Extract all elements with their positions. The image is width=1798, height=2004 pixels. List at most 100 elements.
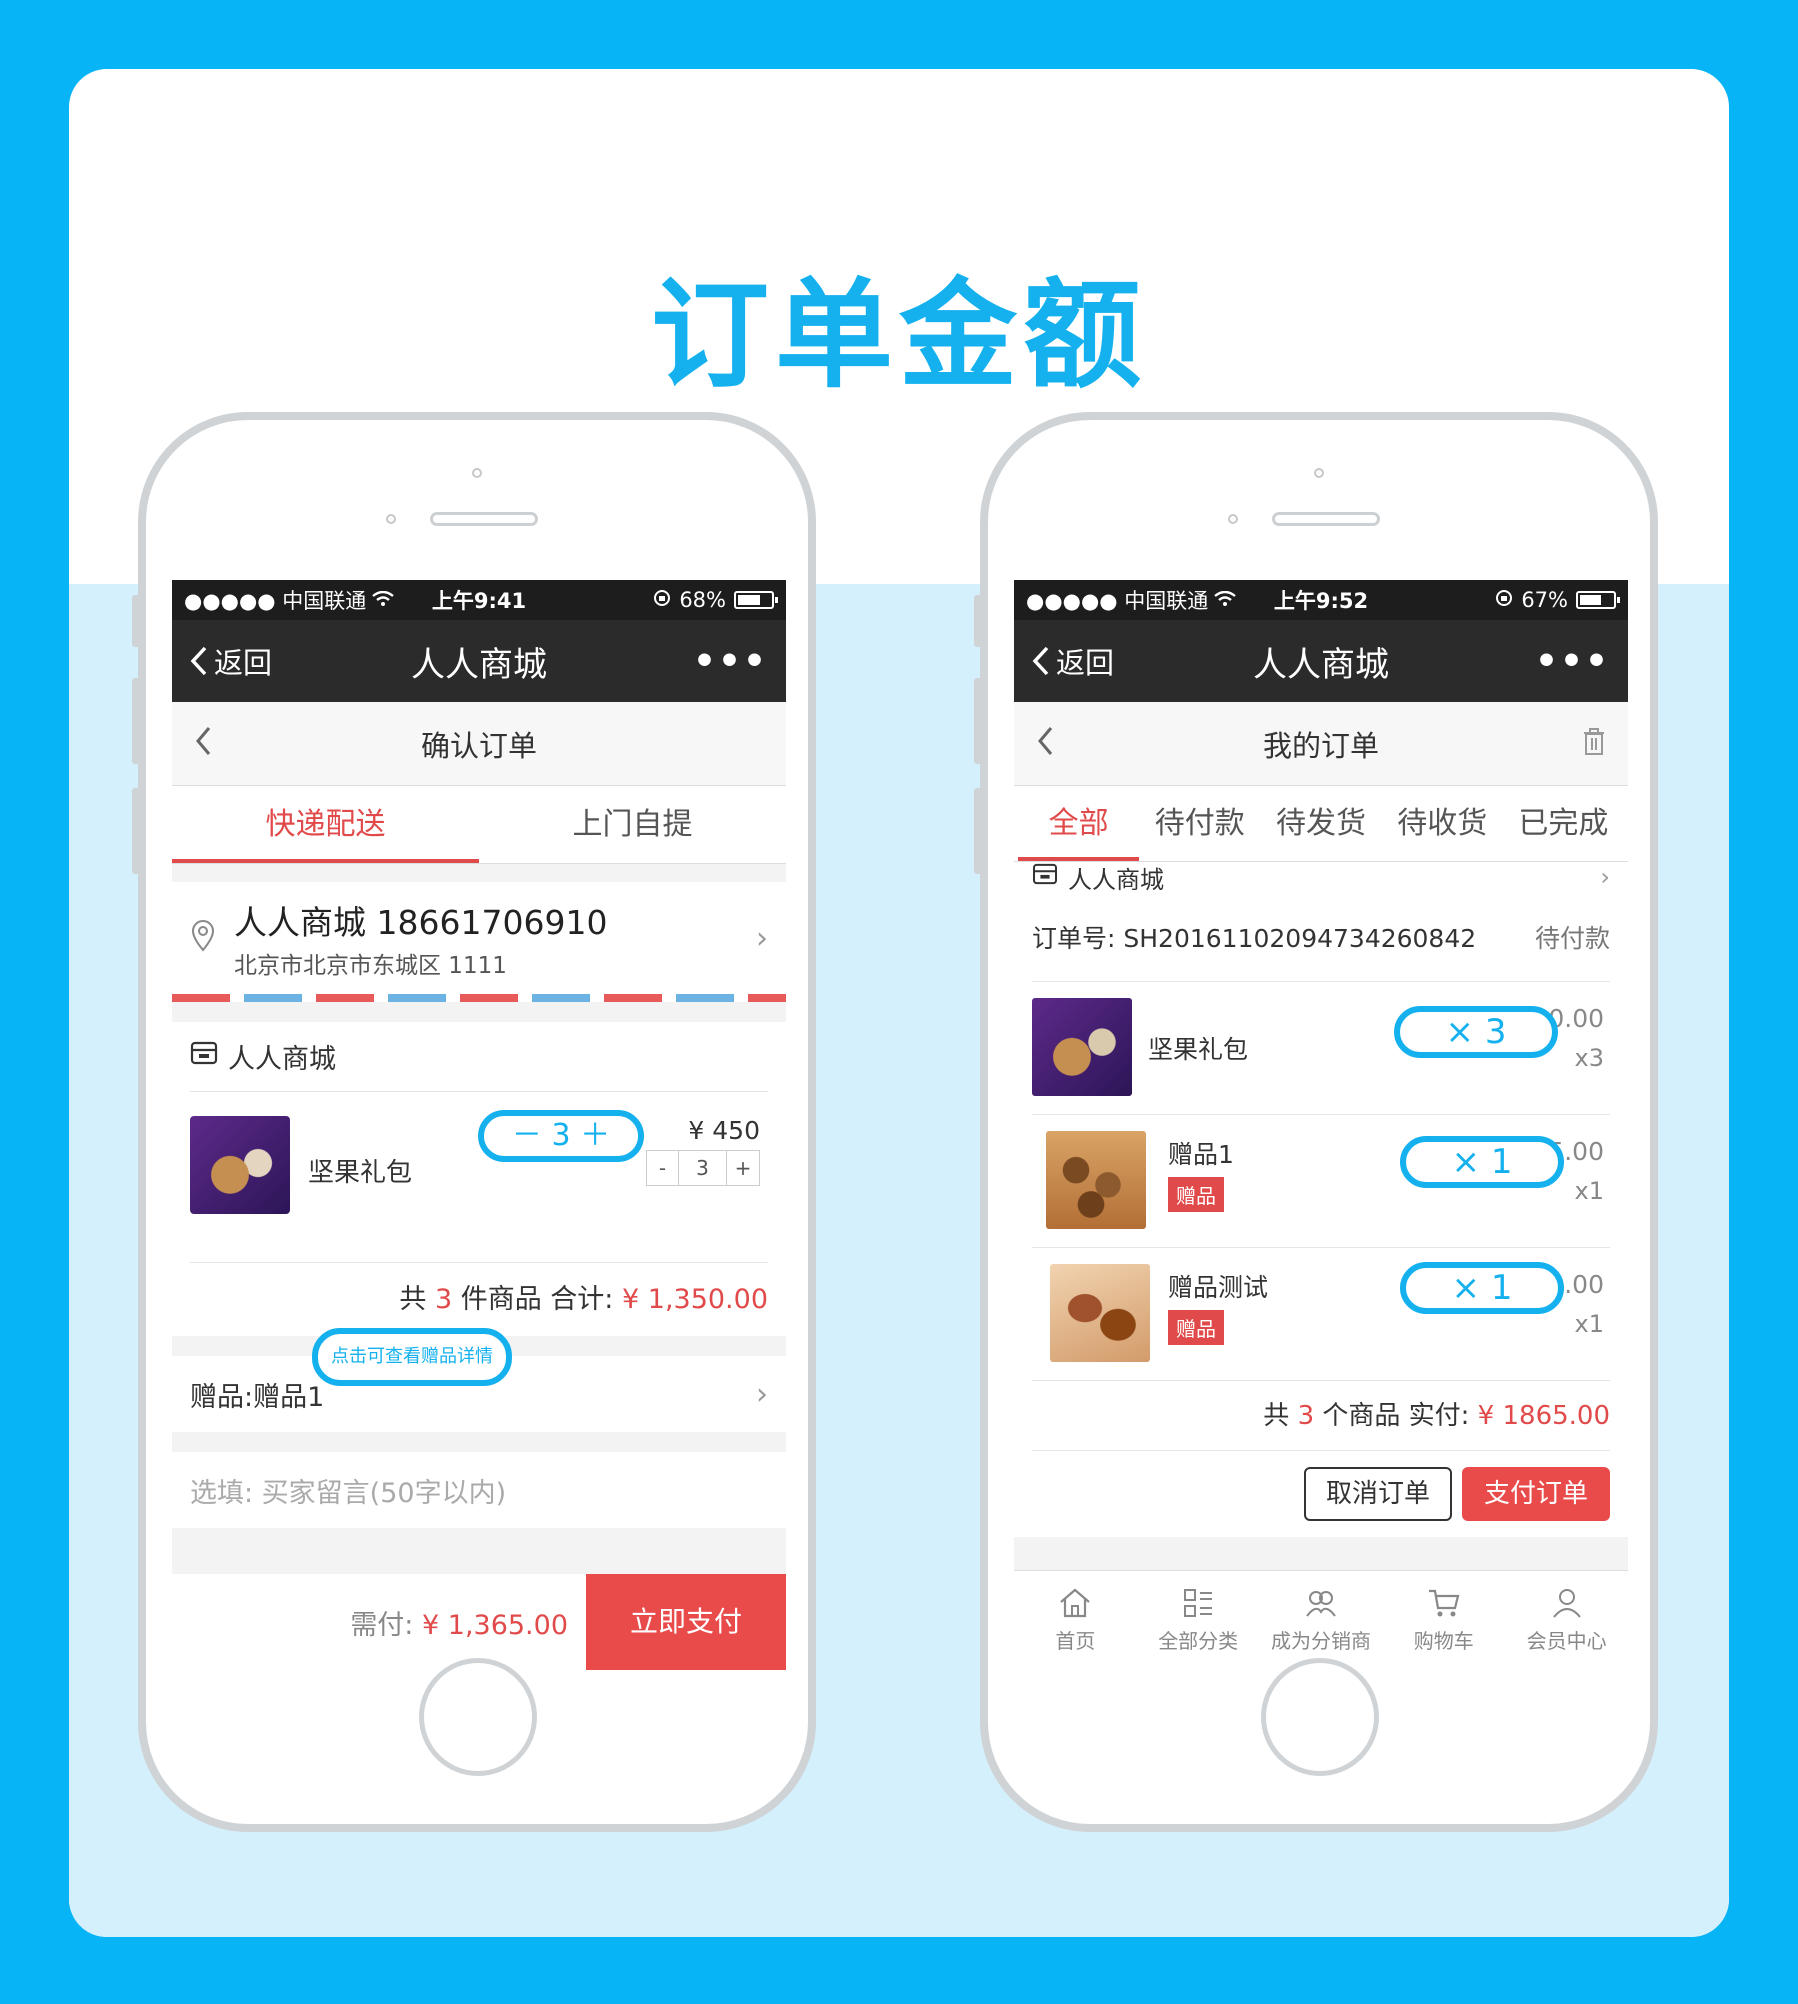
order-summary: 共 3 件商品 合计: ¥ 1,350.00 xyxy=(190,1262,768,1336)
nav-distributor-label: 成为分销商 xyxy=(1270,1629,1371,1653)
quantity-value[interactable]: 3 xyxy=(679,1151,727,1185)
wifi-icon xyxy=(1214,588,1237,612)
order-card: 人人商城 › 订单号: SH20161102094734260842 待付款 坚… xyxy=(1014,862,1628,1537)
page-header: 我的订单 xyxy=(1014,702,1628,786)
shop-name: 人人商城 xyxy=(1068,865,1164,894)
product-name: 坚果礼包 xyxy=(308,1158,413,1188)
tab-pickup[interactable]: 上门自提 xyxy=(479,786,786,863)
status-bar: ●●●●● 中国联通 上午9:52 67% xyxy=(1014,580,1628,620)
headline: 订单金额 xyxy=(650,266,1147,404)
back-label: 返回 xyxy=(1056,646,1115,680)
recipient-name-phone: 人人商城 18661706910 xyxy=(234,903,608,942)
page-back-icon[interactable] xyxy=(1036,722,1054,766)
recipient-address: 北京市北京市东城区 1111 xyxy=(234,953,507,979)
wechat-nav-bar: 返回 人人商城 ••• xyxy=(172,620,786,702)
address-row[interactable]: 人人商城 18661706910 北京市北京市东城区 1111 › xyxy=(172,882,786,994)
nav-categories[interactable]: 全部分类 xyxy=(1137,1571,1260,1670)
volume-up-button xyxy=(132,678,140,764)
chevron-right-icon: › xyxy=(1600,863,1610,891)
pay-bar: 需付: ¥ 1,365.00 立即支付 xyxy=(172,1574,786,1670)
order-shop-row[interactable]: 人人商城 › xyxy=(1032,862,1610,894)
store-icon xyxy=(1032,863,1058,891)
tab-pending-shipment[interactable]: 待发货 xyxy=(1260,786,1381,861)
users-icon xyxy=(1306,1591,1336,1617)
home-button xyxy=(419,1658,537,1776)
volume-up-button xyxy=(974,678,982,764)
shop-name: 人人商城 xyxy=(228,1044,336,1075)
airmail-border xyxy=(172,994,786,1002)
battery-percent: 68% xyxy=(679,588,726,612)
product-image xyxy=(1032,998,1132,1096)
back-button[interactable]: 返回 xyxy=(190,640,272,682)
cart-icon xyxy=(1428,1589,1460,1617)
summary-prefix: 共 xyxy=(399,1284,435,1315)
order-status: 待付款 xyxy=(1534,923,1610,953)
more-menu-button[interactable]: ••• xyxy=(693,641,768,682)
page-header: 确认订单 xyxy=(172,702,786,786)
amount-due: 需付: ¥ 1,365.00 xyxy=(172,1603,586,1642)
battery-icon xyxy=(734,591,778,609)
chevron-right-icon: › xyxy=(756,1376,768,1412)
nav-cart[interactable]: 购物车 xyxy=(1382,1571,1505,1670)
due-value: ¥ 1,365.00 xyxy=(422,1609,568,1641)
summary-total: ¥ 1865.00 xyxy=(1477,1401,1610,1431)
item-qty: x1 xyxy=(1574,1310,1604,1338)
battery-icon xyxy=(1576,591,1620,609)
nav-member[interactable]: 会员中心 xyxy=(1505,1571,1628,1670)
qty-callout-3: × 1 xyxy=(1400,1262,1564,1314)
tab-pending-receipt[interactable]: 待收货 xyxy=(1382,786,1503,861)
home-button xyxy=(1261,1658,1379,1776)
nav-home-label: 首页 xyxy=(1055,1629,1096,1653)
back-label: 返回 xyxy=(214,646,273,680)
tab-pending-payment[interactable]: 待付款 xyxy=(1139,786,1260,861)
nav-home[interactable]: 首页 xyxy=(1014,1571,1137,1670)
item-qty: x1 xyxy=(1574,1177,1604,1205)
back-chevron-icon xyxy=(1032,646,1049,676)
tab-all[interactable]: 全部 xyxy=(1018,786,1140,861)
page-back-icon[interactable] xyxy=(194,722,212,766)
page-title: 确认订单 xyxy=(420,728,537,763)
volume-down-button xyxy=(132,788,140,874)
shop-header: 人人商城 xyxy=(190,1022,768,1092)
item-name: 赠品测试 xyxy=(1168,1273,1269,1302)
product-image xyxy=(190,1116,290,1214)
trash-icon[interactable] xyxy=(1582,727,1606,760)
nav-cart-label: 购物车 xyxy=(1413,1629,1474,1653)
nav-distributor[interactable]: 成为分销商 xyxy=(1260,1571,1383,1670)
carrier-label: ●●●●● 中国联通 xyxy=(184,589,367,613)
summary-total: ¥ 1,350.00 xyxy=(622,1284,768,1315)
buyer-note-input[interactable]: 选填: 买家留言(50字以内) xyxy=(172,1452,786,1528)
order-actions: 取消订单 支付订单 xyxy=(1032,1451,1610,1537)
back-button[interactable]: 返回 xyxy=(1032,640,1114,682)
front-sensor xyxy=(1314,468,1324,478)
qty-callout-1: × 3 xyxy=(1394,1006,1558,1058)
page-title: 我的订单 xyxy=(1262,728,1379,763)
summary-count: 3 xyxy=(1297,1401,1315,1431)
increment-button[interactable]: + xyxy=(727,1151,759,1185)
front-sensor xyxy=(472,468,482,478)
wechat-nav-bar: 返回 人人商城 ••• xyxy=(1014,620,1628,702)
gift-tag: 赠品 xyxy=(1168,1177,1224,1212)
order-number: 订单号: SH20161102094734260842 xyxy=(1032,923,1477,953)
product-price: ¥ 450 xyxy=(688,1116,760,1145)
pay-order-button[interactable]: 支付订单 xyxy=(1462,1467,1610,1521)
order-summary: 共 3 个商品 实付: ¥ 1865.00 xyxy=(1032,1381,1610,1451)
gift-tag: 赠品 xyxy=(1168,1310,1224,1345)
cancel-order-button[interactable]: 取消订单 xyxy=(1304,1467,1452,1521)
tab-express[interactable]: 快递配送 xyxy=(172,786,479,863)
due-label: 需付: xyxy=(350,1609,422,1641)
category-grid-icon xyxy=(1184,1589,1213,1617)
home-icon xyxy=(1060,1588,1091,1618)
more-menu-button[interactable]: ••• xyxy=(1535,641,1610,682)
mute-switch xyxy=(974,595,982,647)
pay-now-button[interactable]: 立即支付 xyxy=(586,1574,786,1670)
user-icon xyxy=(1552,1589,1581,1618)
summary-prefix: 共 xyxy=(1263,1401,1298,1431)
shop-section: 人人商城 坚果礼包 ¥ 450 - 3 + 共 3 件商品 合计: ¥ 1,35… xyxy=(172,1022,786,1336)
tab-completed[interactable]: 已完成 xyxy=(1503,786,1624,861)
item-name: 坚果礼包 xyxy=(1148,1035,1249,1064)
item-name: 赠品1 xyxy=(1168,1140,1234,1169)
decrement-button[interactable]: - xyxy=(647,1151,679,1185)
back-chevron-icon xyxy=(190,646,207,676)
volume-down-button xyxy=(974,788,982,874)
